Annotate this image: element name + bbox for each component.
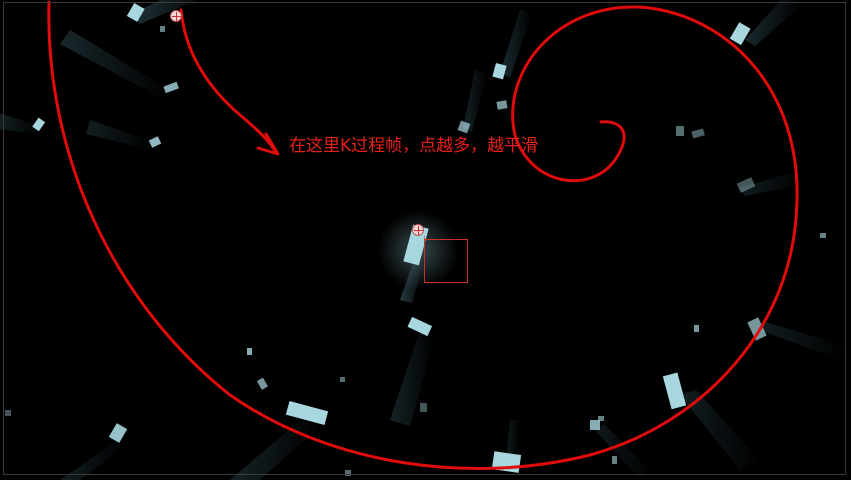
particle <box>108 423 128 443</box>
annotation-text: 在这里K过程帧，点越多，越平滑 <box>289 136 539 156</box>
particle <box>340 377 345 382</box>
particle <box>590 420 600 430</box>
particle <box>694 325 699 332</box>
particle <box>496 100 508 110</box>
particle <box>729 22 751 46</box>
particle <box>163 81 179 94</box>
anchor-point-handle[interactable] <box>412 224 424 236</box>
arrow-head <box>256 132 280 156</box>
position-keyframe-handle[interactable] <box>170 10 182 22</box>
particle <box>612 456 617 464</box>
layer-bounding-box[interactable] <box>424 239 468 283</box>
particle <box>345 470 351 476</box>
arrow-shaft <box>179 8 278 154</box>
particle <box>676 126 684 136</box>
particle <box>5 410 11 416</box>
annotation-arrow <box>179 8 280 156</box>
particle <box>820 233 826 238</box>
particle <box>285 401 329 425</box>
composition-viewer[interactable]: 在这里K过程帧，点越多，越平滑 <box>0 0 851 480</box>
particle <box>420 403 427 412</box>
particle <box>256 377 268 390</box>
particle <box>492 62 507 80</box>
particle <box>247 348 252 355</box>
particle <box>160 26 165 32</box>
particle <box>691 128 705 139</box>
particle <box>598 416 604 421</box>
particle <box>662 372 687 410</box>
